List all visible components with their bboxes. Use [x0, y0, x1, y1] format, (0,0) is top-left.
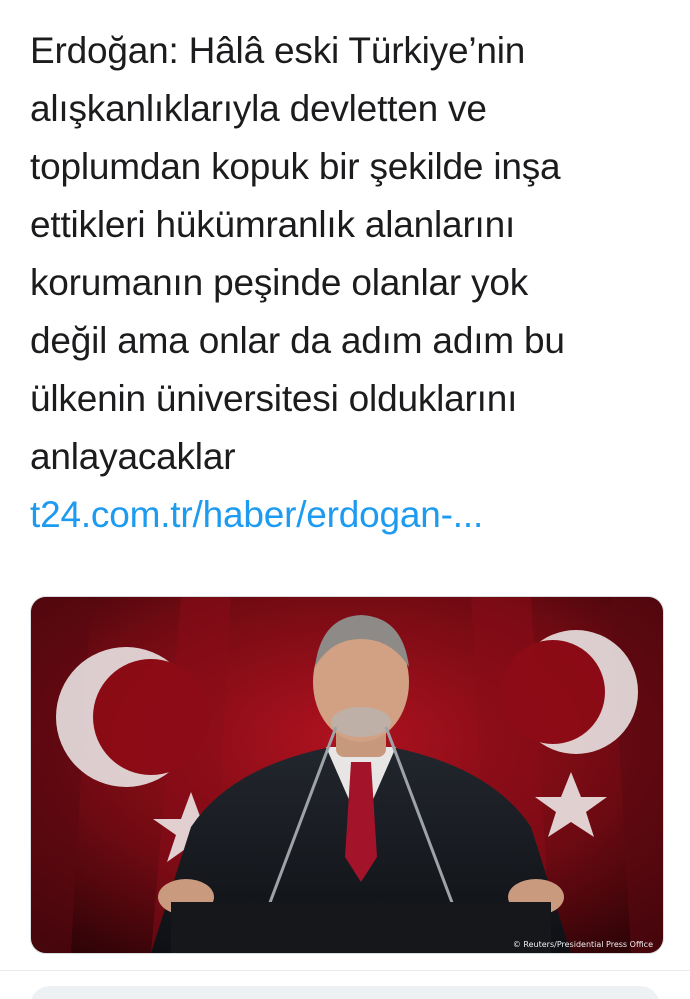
tweet-text-line: değil ama onlar da adım adım bu	[30, 320, 565, 361]
reply-input[interactable]	[30, 986, 660, 999]
tweet: Erdoğan: Hâlâ eski Türkiye’nin alışkanlı…	[0, 0, 690, 999]
tweet-text-line: korumanın peşinde olanlar yok	[30, 262, 529, 303]
tweet-text-line: toplumdan kopuk bir şekilde inşa	[30, 146, 561, 187]
tweet-link[interactable]: t24.com.tr/haber/erdogan-...	[30, 486, 660, 544]
tweet-text: Erdoğan: Hâlâ eski Türkiye’nin alışkanlı…	[30, 22, 660, 544]
photo-credit: © Reuters/Presidential Press Office	[512, 940, 653, 949]
divider	[0, 970, 690, 971]
tweet-text-line: ettikleri hükümranlık alanlarını	[30, 204, 516, 245]
tweet-text-line: ülkenin üniversitesi olduklarını	[30, 378, 518, 419]
tweet-text-line: alışkanlıklarıyla devletten ve	[30, 88, 487, 129]
tweet-text-line: Erdoğan: Hâlâ eski Türkiye’nin	[30, 30, 526, 71]
tweet-media-image[interactable]: © Reuters/Presidential Press Office	[30, 596, 664, 954]
tweet-text-line: anlayacaklar	[30, 436, 236, 477]
news-photo	[31, 597, 663, 953]
